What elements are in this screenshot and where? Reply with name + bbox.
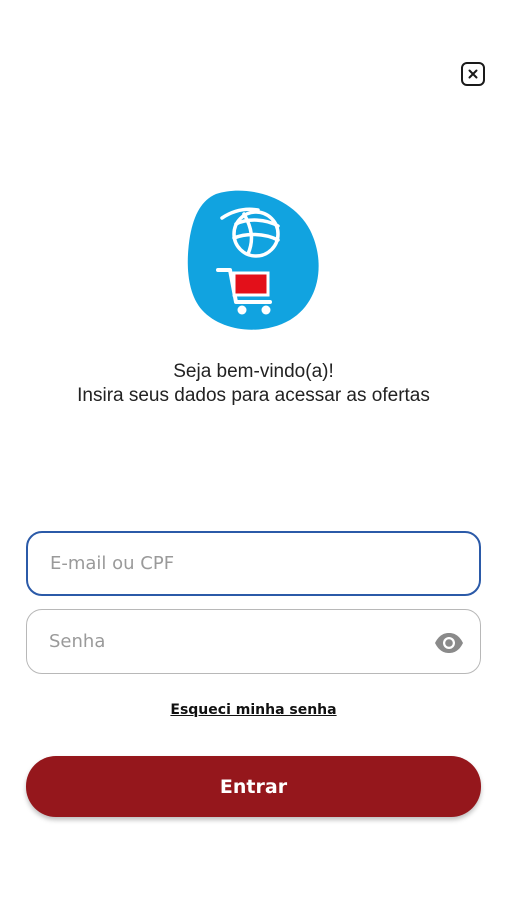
app-logo [187, 190, 319, 330]
email-input[interactable] [50, 533, 430, 594]
welcome-title: Seja bem-vindo(a)! [173, 361, 334, 382]
forgot-password-link[interactable]: Esqueci minha senha [170, 702, 336, 718]
welcome-message: Seja bem-vindo(a)! Insira seus dados par… [0, 360, 507, 408]
password-input[interactable] [49, 610, 429, 673]
close-icon [468, 69, 478, 79]
forgot-password-container: Esqueci minha senha [0, 701, 507, 719]
eye-icon[interactable] [434, 632, 464, 654]
close-button[interactable] [461, 62, 485, 86]
password-field[interactable] [26, 609, 481, 674]
login-button[interactable]: Entrar [26, 756, 481, 817]
welcome-subtitle: Insira seus dados para acessar as oferta… [77, 385, 430, 406]
email-field[interactable] [26, 531, 481, 596]
